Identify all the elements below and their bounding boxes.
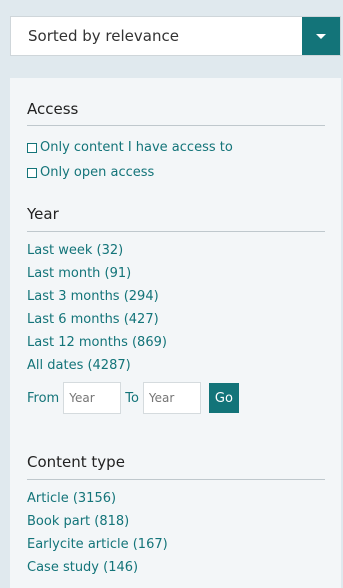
access-heading: Access bbox=[27, 100, 79, 118]
checkbox-icon[interactable] bbox=[27, 167, 37, 178]
date-range-row: From To Go bbox=[27, 382, 239, 414]
year-heading: Year bbox=[27, 205, 59, 223]
year-option-all-dates[interactable]: All dates (4287) bbox=[27, 358, 131, 373]
access-option-label: Only content I have access to bbox=[40, 140, 233, 155]
year-option-last-6-months[interactable]: Last 6 months (427) bbox=[27, 312, 159, 327]
filter-panel: Access Only content I have access to Onl… bbox=[10, 78, 341, 588]
checkbox-icon[interactable] bbox=[27, 142, 37, 153]
to-year-input[interactable] bbox=[142, 382, 201, 414]
year-option-last-12-months[interactable]: Last 12 months (869) bbox=[27, 335, 167, 350]
year-option-last-week[interactable]: Last week (32) bbox=[27, 243, 123, 258]
year-option-last-month[interactable]: Last month (91) bbox=[27, 266, 131, 281]
go-button[interactable]: Go bbox=[208, 383, 239, 413]
content-type-option-article[interactable]: Article (3156) bbox=[27, 491, 116, 506]
sort-dropdown-button[interactable] bbox=[302, 17, 340, 55]
access-option-access[interactable]: Only content I have access to bbox=[27, 140, 233, 155]
from-label: From bbox=[27, 390, 60, 406]
content-type-divider bbox=[27, 479, 325, 480]
access-option-open[interactable]: Only open access bbox=[27, 165, 154, 180]
access-divider bbox=[27, 125, 325, 126]
sort-dropdown[interactable]: Sorted by relevance bbox=[10, 16, 341, 56]
from-year-input[interactable] bbox=[63, 382, 122, 414]
content-type-heading: Content type bbox=[27, 453, 125, 471]
access-option-label: Only open access bbox=[40, 165, 155, 180]
to-label: To bbox=[125, 390, 139, 406]
year-divider bbox=[27, 231, 325, 232]
year-option-last-3-months[interactable]: Last 3 months (294) bbox=[27, 289, 159, 304]
caret-down-icon bbox=[316, 34, 326, 39]
sort-label: Sorted by relevance bbox=[28, 27, 179, 45]
content-type-option-earlycite[interactable]: Earlycite article (167) bbox=[27, 537, 168, 552]
content-type-option-book-part[interactable]: Book part (818) bbox=[27, 514, 129, 529]
content-type-option-case-study[interactable]: Case study (146) bbox=[27, 560, 138, 575]
